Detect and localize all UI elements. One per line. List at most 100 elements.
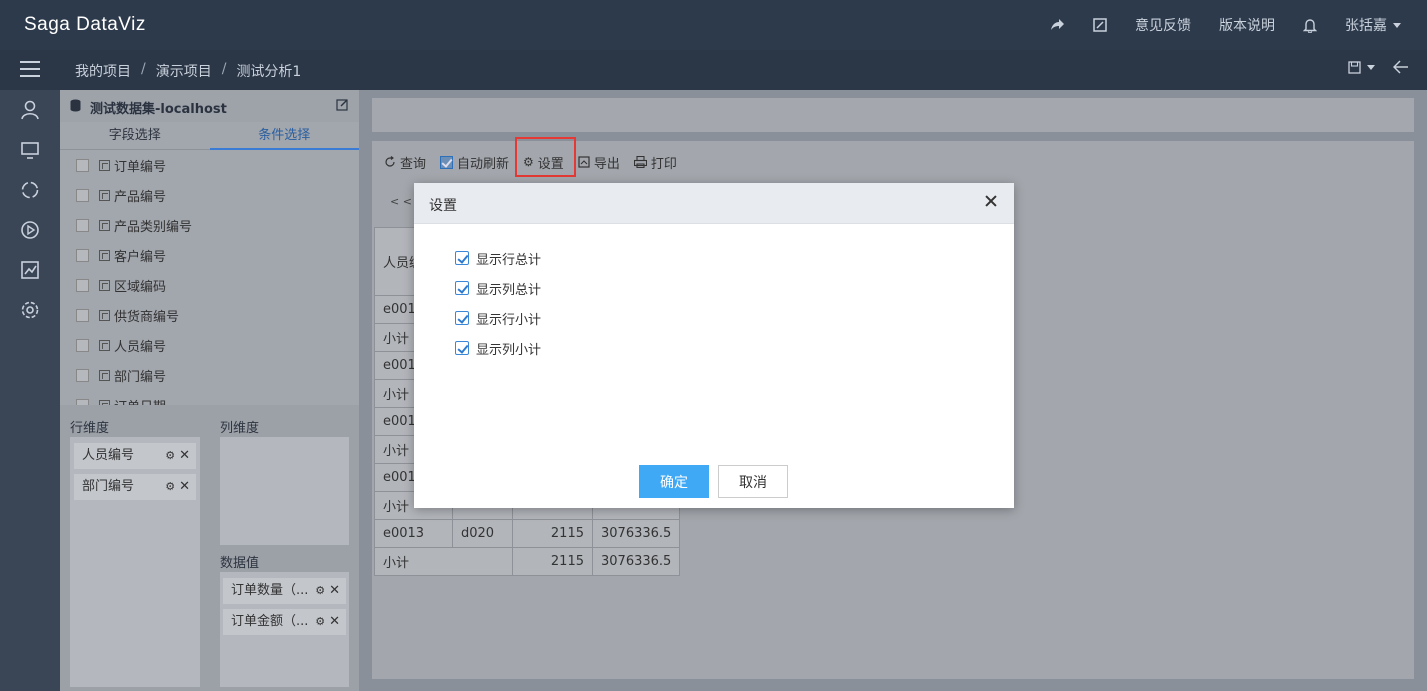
column-dimension-dropzone[interactable] [220, 437, 349, 545]
breadcrumb-item[interactable]: 我的项目 [75, 61, 131, 81]
cancel-button[interactable]: 取消 [718, 465, 788, 498]
field-checkbox[interactable] [76, 248, 89, 262]
gear-icon[interactable] [20, 300, 40, 320]
auto-refresh-toggle[interactable]: 自动刷新 [440, 153, 509, 172]
tab-condition-select[interactable]: 条件选择 [209, 122, 359, 150]
share-button[interactable] [1035, 18, 1079, 32]
field-type-icon [99, 309, 110, 321]
checkbox[interactable] [455, 341, 469, 355]
pager-prev[interactable]: < < [390, 195, 412, 208]
close-icon[interactable]: ✕ [329, 609, 340, 635]
option-show-row-total[interactable]: 显示行总计 [455, 249, 542, 268]
gear-icon[interactable]: ⚙ [165, 474, 175, 500]
field-type-icon [99, 279, 110, 291]
field-item[interactable]: 部门编号 [60, 360, 359, 390]
user-menu[interactable]: 张括嘉 [1331, 15, 1415, 35]
field-checkbox[interactable] [76, 158, 89, 172]
export-button[interactable]: 导出 [578, 153, 620, 172]
export-label: 导出 [593, 156, 620, 172]
content-banner [372, 98, 1414, 132]
option-label: 显示列小计 [476, 342, 542, 358]
play-icon[interactable] [20, 220, 40, 240]
gear-icon[interactable]: ⚙ [315, 578, 325, 604]
option-label: 显示行总计 [476, 252, 542, 268]
top-nav: 意见反馈 版本说明 张括嘉 [1035, 0, 1415, 50]
field-item[interactable]: 订单日期 [60, 390, 359, 405]
field-item[interactable]: 产品编号 [60, 180, 359, 210]
field-item[interactable]: 产品类别编号 [60, 210, 359, 240]
save-menu-button[interactable] [1348, 60, 1375, 74]
release-notes-link[interactable]: 版本说明 [1205, 15, 1289, 35]
app-logo[interactable]: Saga DataViz [24, 14, 146, 36]
field-tabs: 字段选择 条件选择 [60, 122, 359, 150]
field-checkbox[interactable] [76, 218, 89, 232]
field-checkbox[interactable] [76, 278, 89, 292]
chip-label: 订单数量（... [231, 583, 309, 598]
close-icon[interactable]: ✕ [179, 443, 190, 469]
chip-label: 订单金额（... [231, 614, 309, 629]
row-dimension-chip[interactable]: 人员编号 ⚙ ✕ [74, 443, 196, 469]
auto-refresh-label: 自动刷新 [457, 156, 510, 172]
option-show-row-subtotal[interactable]: 显示行小计 [455, 309, 541, 328]
row-dimension-chip[interactable]: 部门编号 ⚙ ✕ [74, 474, 196, 500]
field-checkbox[interactable] [76, 338, 89, 352]
field-checkbox[interactable] [76, 188, 89, 202]
gear-icon[interactable]: ⚙ [165, 443, 175, 469]
auto-refresh-checkbox[interactable] [440, 155, 454, 169]
field-item[interactable]: 订单编号 [60, 150, 359, 180]
edit-square-icon [1093, 18, 1107, 32]
breadcrumb-item[interactable]: 演示项目 [156, 61, 212, 81]
option-show-column-total[interactable]: 显示列总计 [455, 279, 541, 298]
checkbox[interactable] [455, 281, 469, 295]
table-cell: 3076336.5 [591, 547, 681, 576]
checkbox[interactable] [455, 251, 469, 265]
tab-field-select[interactable]: 字段选择 [60, 122, 210, 150]
breadcrumb-separator: / [221, 61, 227, 77]
feedback-link[interactable]: 意见反馈 [1121, 15, 1205, 35]
checkbox[interactable] [455, 311, 469, 325]
breadcrumb: 我的项目 / 演示项目 / 测试分析1 [75, 61, 301, 81]
monitor-icon[interactable] [20, 140, 40, 160]
notification-button[interactable] [1289, 18, 1331, 33]
gear-icon[interactable]: ⚙ [315, 609, 325, 635]
close-icon[interactable]: ✕ [329, 578, 340, 604]
table-cell: 2115 [512, 519, 593, 548]
field-item[interactable]: 区域编码 [60, 270, 359, 300]
chart-icon[interactable] [20, 260, 40, 280]
back-arrow-icon[interactable] [1393, 60, 1409, 74]
dialog-title: 设置 [429, 198, 457, 214]
query-button[interactable]: 查询 [384, 153, 426, 172]
value-chip[interactable]: 订单金额（... ⚙ ✕ [223, 609, 346, 635]
confirm-button[interactable]: 确定 [639, 465, 709, 498]
breadcrumb-item-current: 测试分析1 [236, 64, 302, 80]
close-icon[interactable]: ✕ [179, 474, 190, 500]
field-checkbox[interactable] [76, 308, 89, 322]
field-label: 区域编码 [114, 279, 167, 295]
dimension-area: 行维度 列维度 人员编号 ⚙ ✕ 部门编号 ⚙ ✕ 数据值 订单数量（... ⚙ ✕ … [60, 405, 359, 691]
edit-button[interactable] [1079, 18, 1121, 32]
field-list: 订单编号 产品编号 产品类别编号 客户编号 区域编码 供货商编号 人员编号 部门… [60, 150, 359, 405]
table-cell: 2115 [512, 547, 593, 576]
cycle-icon[interactable] [20, 180, 40, 200]
field-checkbox[interactable] [76, 368, 89, 382]
top-bar: Saga DataViz 意见反馈 版本说明 张括嘉 [0, 0, 1427, 50]
query-label: 查询 [400, 156, 427, 172]
close-icon[interactable] [984, 194, 998, 208]
field-type-icon [99, 369, 110, 381]
user-icon[interactable] [20, 100, 40, 120]
bell-icon [1303, 18, 1317, 33]
field-item[interactable]: 供货商编号 [60, 300, 359, 330]
left-rail [0, 90, 60, 691]
field-item[interactable]: 人员编号 [60, 330, 359, 360]
print-button[interactable]: 打印 [633, 153, 677, 172]
option-show-column-subtotal[interactable]: 显示列小计 [455, 339, 542, 358]
settings-highlight-box [515, 137, 576, 177]
hamburger-menu-icon[interactable] [20, 61, 40, 79]
edit-icon[interactable] [336, 98, 349, 111]
value-chip[interactable]: 订单数量（... ⚙ ✕ [223, 578, 346, 604]
row-dimension-label: 行维度 [70, 421, 110, 436]
field-label: 产品编号 [114, 189, 167, 205]
field-type-icon [99, 249, 110, 261]
printer-icon [633, 156, 647, 168]
field-item[interactable]: 客户编号 [60, 240, 359, 270]
